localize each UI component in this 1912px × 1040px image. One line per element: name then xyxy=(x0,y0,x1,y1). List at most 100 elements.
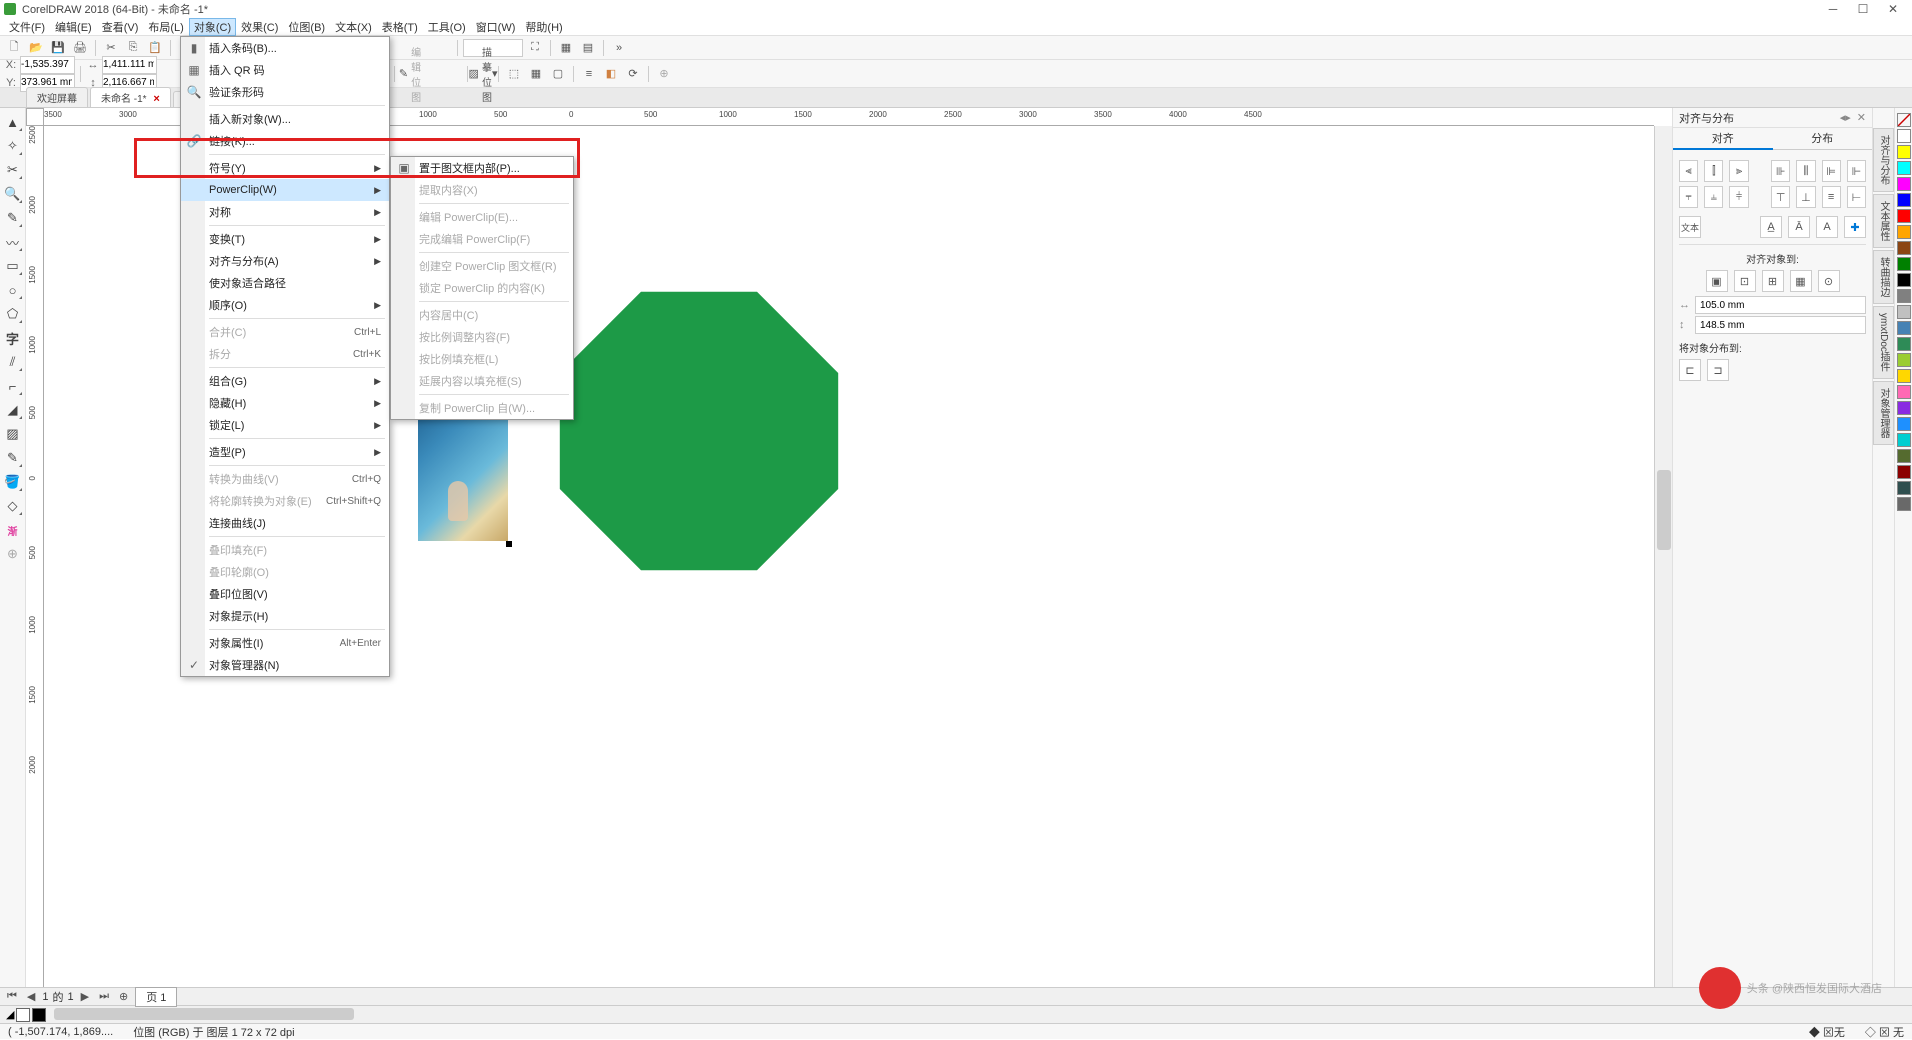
crop-tool-button[interactable]: ⬚ xyxy=(504,64,524,84)
ruler-vertical[interactable]: 25002000150010005000500100015002000 xyxy=(26,126,44,987)
resample-button[interactable]: ▦ xyxy=(526,64,546,84)
side-tab-0[interactable]: 对齐与分布 xyxy=(1873,128,1894,192)
dist-top-button[interactable]: ⊤ xyxy=(1771,186,1790,208)
menu-8[interactable]: 表格(T) xyxy=(377,18,423,36)
side-tab-4[interactable]: 对象管理器 xyxy=(1873,381,1894,445)
menu-item-35[interactable]: ✓对象管理器(N) xyxy=(181,654,389,676)
trace-bitmap-button[interactable]: ▨ 描摹位图 ▾ xyxy=(473,64,493,84)
menu-item-2[interactable]: 🔍验证条形码 xyxy=(181,81,389,103)
connector-tool[interactable]: ⌐ xyxy=(3,376,23,396)
parallel-tool[interactable]: ⫽ xyxy=(3,352,23,372)
menu-11[interactable]: 帮助(H) xyxy=(520,18,567,36)
freehand-tool[interactable]: ✎ xyxy=(3,208,23,228)
tab-distribute[interactable]: 分布 xyxy=(1773,128,1873,150)
target-y-input[interactable] xyxy=(1695,316,1866,334)
text-tool[interactable]: 字 xyxy=(3,328,23,348)
zoom-input[interactable] xyxy=(463,39,523,57)
side-tab-2[interactable]: 转曲描边 xyxy=(1873,250,1894,304)
add-align-button[interactable]: ✚ xyxy=(1844,216,1866,238)
octagon-shape[interactable] xyxy=(554,286,844,576)
menu-0[interactable]: 文件(F) xyxy=(4,18,50,36)
baseline3-button[interactable]: A xyxy=(1816,216,1838,238)
vertical-scrollbar[interactable] xyxy=(1654,126,1672,987)
color-swatch-9[interactable] xyxy=(1897,273,1911,287)
side-tab-3[interactable]: ymxtDoc插件 xyxy=(1873,306,1894,379)
color-swatch-0[interactable] xyxy=(1897,129,1911,143)
trace-button[interactable]: ⟳ xyxy=(623,64,643,84)
menu-10[interactable]: 窗口(W) xyxy=(471,18,521,36)
rectangle-tool[interactable]: ▭ xyxy=(3,256,23,276)
selection-handle[interactable] xyxy=(506,541,512,547)
polygon-tool[interactable]: ⬠ xyxy=(3,304,23,324)
menu-item-1[interactable]: ▦插入 QR 码 xyxy=(181,59,389,81)
page-prev-button[interactable]: ◀ xyxy=(24,990,38,1003)
expand-tool[interactable]: ⊕ xyxy=(3,544,23,564)
menu-3[interactable]: 布局(L) xyxy=(143,18,188,36)
align-to-grid-button[interactable]: ▦ xyxy=(1790,270,1812,292)
menu-item-20[interactable]: 隐藏(H)▶ xyxy=(181,392,389,414)
dist-bottom-button[interactable]: ⊢ xyxy=(1847,186,1866,208)
color-swatch-16[interactable] xyxy=(1897,385,1911,399)
snap-button[interactable]: ▦ xyxy=(556,38,576,58)
color-swatch-2[interactable] xyxy=(1897,161,1911,175)
ruler-origin[interactable] xyxy=(26,108,44,126)
fill-swatch[interactable] xyxy=(16,1008,30,1022)
fullscreen-button[interactable]: ⛶ xyxy=(525,38,545,58)
color-swatch-3[interactable] xyxy=(1897,177,1911,191)
open-button[interactable]: 📂 xyxy=(26,38,46,58)
docker-close-icon[interactable]: ✕ xyxy=(1857,111,1866,124)
drop-shadow-tool[interactable]: ◢ xyxy=(3,400,23,420)
outline-status[interactable]: ◇ ⊠ 无 xyxy=(1865,1024,1904,1040)
paste-button[interactable]: 📋 xyxy=(145,38,165,58)
color-swatch-13[interactable] xyxy=(1897,337,1911,351)
color-swatch-18[interactable] xyxy=(1897,417,1911,431)
menu-1[interactable]: 编辑(E) xyxy=(50,18,97,36)
align-bottom-button[interactable]: ⫩ xyxy=(1729,186,1748,208)
cut-button[interactable]: ✂ xyxy=(101,38,121,58)
color-swatch-19[interactable] xyxy=(1897,433,1911,447)
tab-align[interactable]: 对齐 xyxy=(1673,128,1773,150)
width-input[interactable] xyxy=(102,56,157,74)
menu-2[interactable]: 查看(V) xyxy=(97,18,144,36)
color-swatch-4[interactable] xyxy=(1897,193,1911,207)
dist-center-h-button[interactable]: ⫼ xyxy=(1796,160,1815,182)
doc-tab-0[interactable]: 欢迎屏幕 xyxy=(26,87,88,107)
pick-tool[interactable]: ▲ xyxy=(3,112,23,132)
dist-center-v-button[interactable]: ⊥ xyxy=(1796,186,1815,208)
artistic-tool[interactable]: 〰 xyxy=(3,232,23,252)
align-top-button[interactable]: ⫧ xyxy=(1679,186,1698,208)
x-input[interactable] xyxy=(20,56,75,74)
color-swatch-10[interactable] xyxy=(1897,289,1911,303)
dist-to-page-button[interactable]: ⊐ xyxy=(1707,359,1729,381)
color-swatch-11[interactable] xyxy=(1897,305,1911,319)
dist-to-selection-button[interactable]: ⊏ xyxy=(1679,359,1701,381)
wrap-button[interactable]: ≡ xyxy=(579,64,599,84)
align-to-point-button[interactable]: ⊙ xyxy=(1818,270,1840,292)
color-swatch-1[interactable] xyxy=(1897,145,1911,159)
menu-item-5[interactable]: 🔗链接(K)... xyxy=(181,130,389,152)
straighten-button[interactable]: ▢ xyxy=(548,64,568,84)
outline-swatch[interactable] xyxy=(32,1008,46,1022)
menu-6[interactable]: 位图(B) xyxy=(283,18,330,36)
eyedropper-tool[interactable]: ✎ xyxy=(3,448,23,468)
color-swatch-8[interactable] xyxy=(1897,257,1911,271)
transparency-tool[interactable]: ▨ xyxy=(3,424,23,444)
add-button[interactable]: ⊕ xyxy=(654,64,674,84)
menu-item-9[interactable]: 对称▶ xyxy=(181,201,389,223)
dist-space-v-button[interactable]: ≡ xyxy=(1822,186,1841,208)
menu-5[interactable]: 效果(C) xyxy=(236,18,283,36)
docker-options-icon[interactable]: ◂▸ xyxy=(1840,111,1851,124)
doc-tab-1[interactable]: 未命名 -1* × xyxy=(90,87,171,107)
zoom-tool[interactable]: 🔍 xyxy=(3,184,23,204)
menu-9[interactable]: 工具(O) xyxy=(423,18,471,36)
gradient-tool[interactable]: 渐 xyxy=(3,520,23,540)
copy-button[interactable]: ⎘ xyxy=(123,38,143,58)
menu-item-0[interactable]: ▮插入条码(B)... xyxy=(181,37,389,59)
color-swatch-14[interactable] xyxy=(1897,353,1911,367)
page-add-button[interactable]: ⊕ xyxy=(116,990,131,1003)
crop-tool[interactable]: ✂ xyxy=(3,160,23,180)
color-swatch-6[interactable] xyxy=(1897,225,1911,239)
text-align-button[interactable]: 文本 xyxy=(1679,216,1701,238)
target-x-input[interactable] xyxy=(1695,296,1866,314)
print-button[interactable]: 🖨 xyxy=(70,38,90,58)
